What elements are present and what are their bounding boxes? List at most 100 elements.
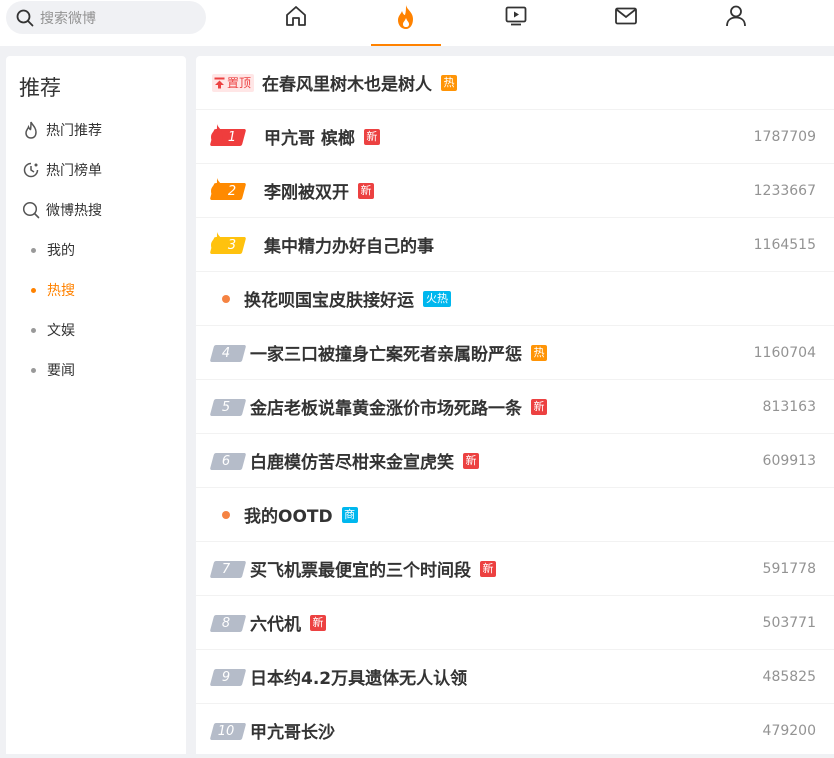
sidebar-item-label: 微博热搜 — [46, 203, 102, 219]
fire-outline-icon — [22, 121, 40, 139]
bullet-dot — [31, 247, 36, 253]
rank-number: 5 — [221, 399, 231, 415]
rank-badge: 6 — [209, 450, 248, 472]
hot-search-row[interactable]: 6 白鹿模仿苦尽柑来金宣虎笑 新 609913 — [196, 434, 834, 488]
hot-search-title[interactable]: 在春风里树木也是树人 — [262, 70, 432, 95]
hot-fire-icon — [398, 5, 413, 29]
bullet-dot — [31, 327, 36, 333]
sidebar-item-label: 文娱 — [47, 323, 75, 339]
new-tag: 新 — [531, 398, 547, 415]
hot-search-row[interactable]: 5 金店老板说靠黄金涨价市场死路一条 新 813163 — [196, 380, 834, 434]
sidebar-item-label: 我的 — [47, 243, 75, 259]
fire-hot-tag: 火热 — [423, 290, 451, 307]
pin-top-icon — [214, 77, 225, 88]
nav-profile[interactable] — [701, 0, 771, 46]
rank-number: 7 — [221, 561, 231, 577]
hot-search-list: 置顶 在春风里树木也是树人 热 1 甲亢哥 槟榔 新 1787709 2 李刚被… — [196, 56, 834, 758]
hot-search-row[interactable]: 10 甲亢哥长沙 479200 — [196, 704, 834, 758]
clock-rank-icon — [22, 161, 40, 179]
pinned-badge: 置顶 — [212, 73, 255, 92]
sidebar-item-hot-recommend[interactable]: 热门推荐 — [6, 110, 186, 150]
hot-search-row[interactable]: 7 买飞机票最便宜的三个时间段 新 591778 — [196, 542, 834, 596]
hot-search-title[interactable]: 集中精力办好自己的事 — [264, 232, 434, 257]
heat-count: 591778 — [762, 560, 816, 577]
new-tag: 新 — [363, 128, 380, 145]
sidebar-item-weibo-hot-search[interactable]: 微博热搜 — [6, 190, 186, 230]
heat-count: 609913 — [762, 452, 816, 469]
heat-count: 503771 — [762, 614, 816, 631]
sidebar-item-hot-rank[interactable]: 热门榜单 — [6, 150, 186, 190]
rank-number: 1 — [227, 129, 237, 145]
hot-search-title[interactable]: 换花呗国宝皮肤接好运 — [244, 286, 414, 311]
hot-search-row-promoted[interactable]: 换花呗国宝皮肤接好运 火热 — [196, 272, 834, 326]
profile-icon — [726, 5, 746, 27]
hot-search-title[interactable]: 买飞机票最便宜的三个时间段 — [250, 556, 471, 581]
sidebar-item-entertainment[interactable]: 文娱 — [6, 310, 186, 350]
rank-number: 3 — [227, 237, 237, 253]
heat-count: 479200 — [762, 722, 816, 739]
sidebar-title: 推荐 — [19, 76, 61, 100]
new-tag: 新 — [358, 182, 374, 199]
hot-search-title[interactable]: 甲亢哥 槟榔 — [264, 124, 355, 149]
pinned-label: 置顶 — [227, 76, 252, 90]
hot-search-row-promoted[interactable]: 我的OOTD 商 — [196, 488, 834, 542]
hot-search-title[interactable]: 甲亢哥长沙 — [250, 718, 335, 743]
sidebar-item-label: 要闻 — [47, 363, 75, 379]
hot-search-title[interactable]: 日本约4.2万具遗体无人认领 — [250, 664, 467, 689]
hot-search-title[interactable]: 六代机 — [250, 610, 301, 635]
rank-badge: 5 — [209, 396, 248, 418]
video-icon — [505, 6, 527, 26]
rank-number: 8 — [221, 615, 231, 631]
hot-search-row-pinned[interactable]: 置顶 在春风里树木也是树人 热 — [196, 56, 834, 110]
rank-badge: 10 — [209, 720, 248, 742]
sidebar-item-label: 热门榜单 — [46, 163, 102, 179]
new-tag: 新 — [310, 614, 326, 631]
rank-badge: 7 — [209, 558, 248, 580]
top-nav-bar: 搜索微博 — [0, 0, 834, 46]
sidebar-item-mine[interactable]: 我的 — [6, 230, 186, 270]
hot-search-row[interactable]: 9 日本约4.2万具遗体无人认领 485825 — [196, 650, 834, 704]
commercial-tag: 商 — [341, 506, 358, 523]
message-icon — [615, 7, 637, 25]
hot-search-row[interactable]: 8 六代机 新 503771 — [196, 596, 834, 650]
nav-messages[interactable] — [591, 0, 661, 46]
rank-number: 2 — [227, 183, 237, 199]
bullet-dot — [31, 367, 36, 373]
hot-search-row[interactable]: 2 李刚被双开 新 1233667 — [196, 164, 834, 218]
hot-search-title[interactable]: 金店老板说靠黄金涨价市场死路一条 — [250, 394, 522, 419]
rank-badge: 3 — [209, 231, 248, 256]
search-icon — [16, 9, 34, 26]
sidebar-item-news[interactable]: 要闻 — [6, 350, 186, 390]
sidebar-item-label: 热门推荐 — [46, 123, 102, 139]
hot-search-title[interactable]: 白鹿模仿苦尽柑来金宣虎笑 — [250, 448, 454, 473]
promoted-dot — [222, 510, 230, 519]
heat-count: 1164515 — [753, 236, 816, 253]
sidebar-item-hot-search[interactable]: 热搜 — [6, 270, 186, 310]
hot-search-title[interactable]: 我的OOTD — [244, 502, 333, 527]
rank-number: 6 — [221, 453, 231, 469]
sidebar-item-label: 热搜 — [47, 283, 75, 299]
search-input[interactable]: 搜索微博 — [40, 8, 96, 28]
hot-search-row[interactable]: 4 一家三口被撞身亡案死者亲属盼严惩 热 1160704 — [196, 326, 834, 380]
heat-count: 813163 — [762, 398, 816, 415]
hot-search-title[interactable]: 李刚被双开 — [264, 178, 349, 203]
rank-number: 4 — [221, 345, 231, 361]
rank-badge: 9 — [209, 666, 248, 688]
search-hot-icon — [22, 201, 40, 219]
bullet-dot — [31, 287, 36, 293]
rank-badge: 1 — [209, 123, 248, 148]
rank-number: 10 — [217, 723, 235, 739]
hot-search-row[interactable]: 1 甲亢哥 槟榔 新 1787709 — [196, 110, 834, 164]
nav-home[interactable] — [261, 0, 331, 46]
hot-tag: 热 — [531, 344, 547, 361]
hot-search-row[interactable]: 3 集中精力办好自己的事 1164515 — [196, 218, 834, 272]
home-icon — [286, 6, 306, 26]
hot-tag: 热 — [441, 74, 458, 91]
hot-search-title[interactable]: 一家三口被撞身亡案死者亲属盼严惩 — [250, 340, 522, 365]
heat-count: 1233667 — [753, 182, 816, 199]
nav-hot[interactable] — [371, 0, 441, 46]
search-box[interactable]: 搜索微博 — [6, 1, 206, 34]
new-tag: 新 — [463, 452, 479, 469]
rank-badge: 8 — [209, 612, 248, 634]
nav-video[interactable] — [481, 0, 551, 46]
